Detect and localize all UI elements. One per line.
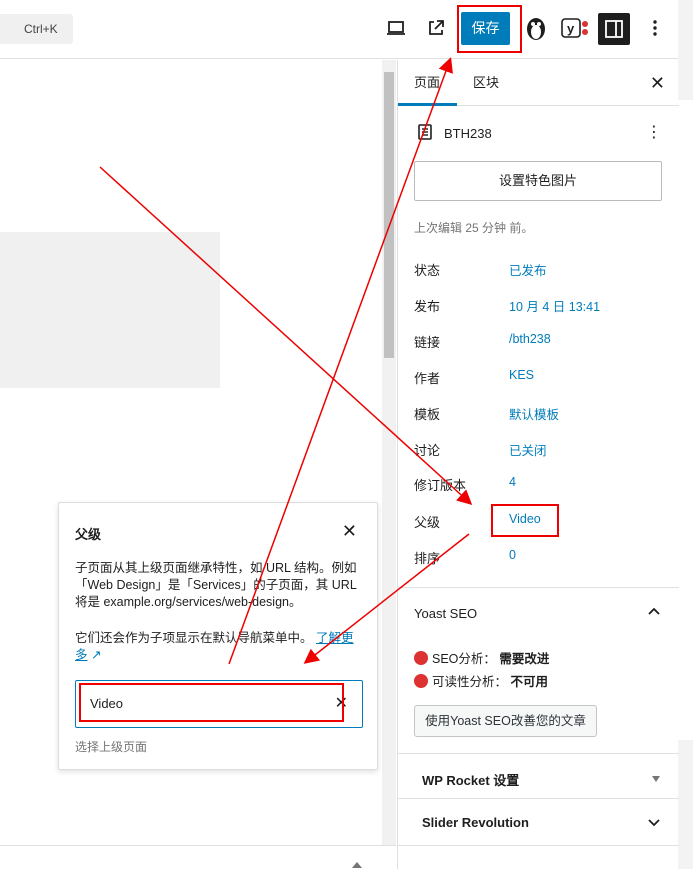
- annotation-box-save: [457, 5, 522, 53]
- divider: [398, 845, 679, 846]
- close-icon[interactable]: ✕: [342, 521, 357, 542]
- command-palette-shortcut[interactable]: Ctrl+K: [0, 14, 73, 44]
- editor-header: Ctrl+K 保存 y: [0, 0, 693, 59]
- canvas-scrollbar-thumb[interactable]: [384, 72, 394, 358]
- chevron-up-icon[interactable]: [648, 606, 660, 618]
- sidebar-tabs: 页面 区块 ✕: [398, 60, 679, 106]
- meta-row-discussion: 讨论 已关闭: [414, 440, 664, 460]
- meta-label: 父级: [414, 515, 441, 530]
- external-link-icon[interactable]: [425, 17, 447, 39]
- sad-face-icon: [414, 651, 428, 665]
- chevron-down-icon[interactable]: [648, 816, 660, 828]
- meta-label: 修订版本: [414, 478, 467, 493]
- wp-rocket-panel-title[interactable]: WP Rocket 设置: [422, 770, 519, 789]
- seo-analysis-row: SEO分析： 需要改进: [414, 648, 549, 667]
- meta-label: 发布: [414, 299, 441, 314]
- nav-note-text: 它们还会作为子项显示在默认导航菜单中。: [75, 631, 313, 645]
- popover-nav-note: 它们还会作为子项显示在默认导航菜单中。 了解更多 ↗: [75, 630, 357, 664]
- meta-row-template: 模板 默认模板: [414, 404, 664, 424]
- document-icon: [418, 124, 432, 140]
- parent-page-popover: 父级 ✕ 子页面从其上级页面继承特性，如 URL 结构。例如「Web Desig…: [58, 502, 378, 770]
- permalink-value[interactable]: /bth238: [509, 332, 551, 346]
- annotation-box-input: [79, 683, 344, 722]
- popover-title: 父级: [75, 527, 102, 542]
- caret-up-icon[interactable]: [352, 860, 362, 868]
- readability-row: 可读性分析： 不可用: [414, 671, 548, 690]
- external-link-icon[interactable]: ↗: [88, 648, 101, 662]
- document-title: BTH238: [444, 126, 492, 141]
- more-options-icon[interactable]: [644, 17, 666, 39]
- settings-sidebar: 页面 区块 ✕ BTH238 ⋮ 设置特色图片 上次编辑 25 分钟 前。 状态…: [397, 60, 679, 869]
- desktop-preview-icon[interactable]: [385, 17, 407, 39]
- slider-revolution-panel-title[interactable]: Slider Revolution: [422, 815, 529, 830]
- divider: [398, 587, 679, 588]
- divider: [398, 798, 679, 799]
- meta-label: 排序: [414, 551, 441, 566]
- set-featured-image-button[interactable]: 设置特色图片: [414, 161, 662, 201]
- status-value[interactable]: 已发布: [509, 260, 547, 279]
- author-value[interactable]: KES: [509, 368, 534, 382]
- readability-label: 可读性分析：: [432, 675, 508, 689]
- yoast-improve-button[interactable]: 使用Yoast SEO改善您的文章: [414, 705, 597, 737]
- tab-page[interactable]: 页面: [398, 60, 457, 106]
- meta-row-link: 链接 /bth238: [414, 332, 664, 352]
- yoast-icon[interactable]: y: [561, 17, 589, 39]
- readability-value: 不可用: [510, 675, 549, 689]
- discussion-value[interactable]: 已关闭: [509, 440, 547, 459]
- meta-label: 链接: [414, 335, 441, 350]
- content-image-block[interactable]: [0, 232, 220, 388]
- popover-description: 子页面从其上级页面继承特性，如 URL 结构。例如「Web Design」是「S…: [75, 561, 357, 609]
- last-edited-text: 上次编辑 25 分钟 前。: [414, 221, 534, 235]
- meta-row-order: 排序 0: [414, 548, 664, 568]
- penguin-plugin-icon[interactable]: [524, 15, 548, 41]
- caret-down-icon[interactable]: [650, 773, 662, 785]
- meta-row-status: 状态 已发布: [414, 260, 664, 280]
- parent-input-hint: 选择上级页面: [75, 740, 148, 754]
- order-value[interactable]: 0: [509, 548, 516, 562]
- seo-label: SEO分析：: [432, 652, 496, 666]
- meta-label: 作者: [414, 371, 441, 386]
- close-icon[interactable]: ✕: [650, 73, 665, 94]
- meta-row-revisions: 修订版本 4: [414, 475, 664, 495]
- meta-label: 讨论: [414, 443, 441, 458]
- meta-row-author: 作者 KES: [414, 368, 664, 388]
- meta-label: 状态: [414, 263, 441, 278]
- sidebar-toggle-icon[interactable]: [598, 13, 630, 45]
- template-value[interactable]: 默认模板: [509, 404, 559, 423]
- revisions-value[interactable]: 4: [509, 475, 516, 489]
- annotation-box-parent: [491, 504, 559, 537]
- meta-label: 模板: [414, 407, 441, 422]
- divider: [398, 753, 679, 754]
- window-edge: [678, 0, 693, 869]
- publish-date-value[interactable]: 10 月 4 日 13:41: [509, 296, 600, 315]
- editor-footer: [0, 845, 396, 869]
- seo-value: 需要改进: [499, 652, 550, 666]
- tab-block[interactable]: 区块: [473, 60, 499, 106]
- sad-face-icon: [414, 674, 428, 688]
- document-options-icon[interactable]: ⋮: [646, 122, 662, 142]
- yoast-panel-title[interactable]: Yoast SEO: [414, 606, 477, 621]
- svg-text:y: y: [567, 21, 575, 36]
- meta-row-publish: 发布 10 月 4 日 13:41: [414, 296, 664, 316]
